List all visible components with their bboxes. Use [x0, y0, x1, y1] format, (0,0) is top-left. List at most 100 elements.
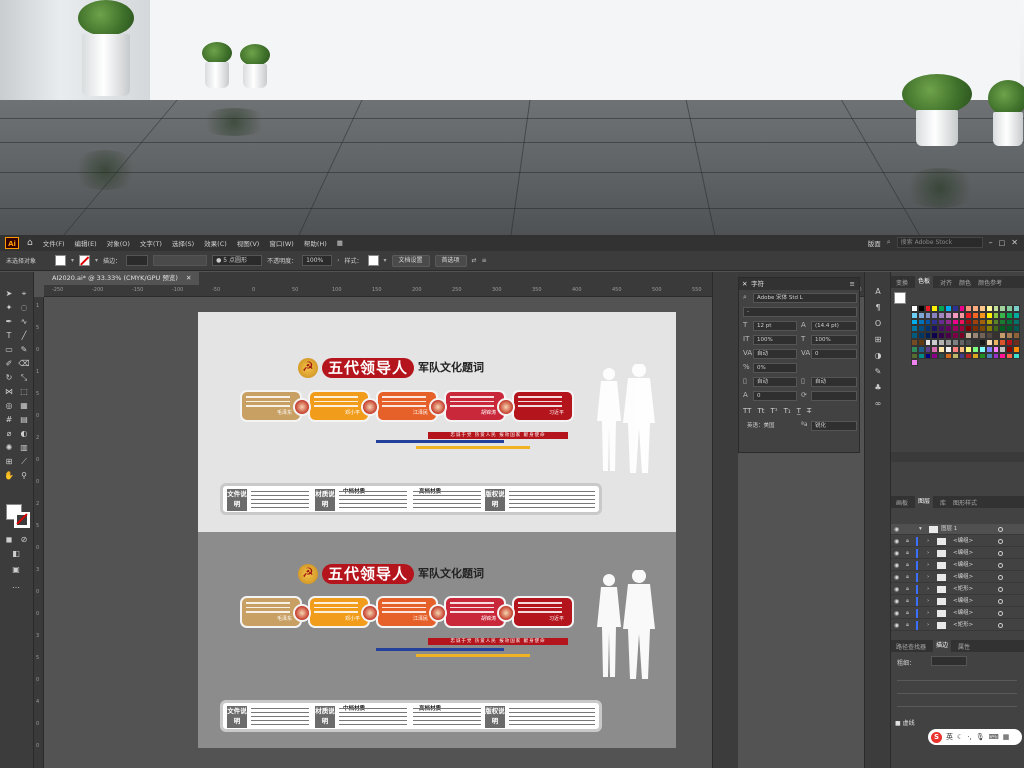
- draw-mode-icon[interactable]: ◧: [10, 548, 22, 560]
- layer-row[interactable]: ◉ 🔒︎ › <编组>: [891, 596, 1024, 607]
- color-swatch[interactable]: [931, 318, 939, 326]
- color-swatch[interactable]: [992, 325, 1000, 333]
- lasso-icon[interactable]: ◌: [18, 302, 30, 314]
- color-swatch[interactable]: [1006, 311, 1013, 319]
- tab-pathfinder[interactable]: 路径查找器: [896, 642, 926, 651]
- color-swatch[interactable]: [965, 305, 973, 312]
- color-swatch[interactable]: [985, 311, 993, 319]
- small-caps-icon[interactable]: Tt: [757, 407, 764, 415]
- more-tools-icon[interactable]: …: [10, 580, 22, 592]
- color-swatch[interactable]: [951, 311, 959, 319]
- color-swatch[interactable]: [931, 311, 939, 319]
- visibility-icon[interactable]: ◉: [894, 536, 899, 547]
- color-swatch[interactable]: [951, 352, 959, 360]
- color-swatch[interactable]: [958, 311, 966, 319]
- color-swatch[interactable]: [911, 345, 918, 353]
- color-swatch[interactable]: [924, 345, 932, 353]
- lock-icon[interactable]: 🔒︎: [906, 608, 909, 619]
- minimize-icon[interactable]: –: [989, 238, 993, 247]
- punctuation-icon[interactable]: ·,: [967, 733, 971, 741]
- visibility-icon[interactable]: ◉: [894, 596, 899, 607]
- chevron-right-icon[interactable]: ›: [927, 620, 929, 631]
- color-swatch[interactable]: [938, 352, 945, 360]
- aki-left-field[interactable]: 自动: [753, 377, 797, 387]
- lock-icon[interactable]: 🔒︎: [906, 572, 909, 583]
- menu-view[interactable]: 视图(V): [237, 238, 260, 248]
- close-icon[interactable]: ✕: [742, 278, 747, 290]
- panel-menu-icon[interactable]: ≡: [482, 257, 487, 264]
- color-swatch[interactable]: [951, 305, 959, 312]
- color-swatch[interactable]: [978, 338, 986, 346]
- color-swatch[interactable]: [931, 345, 939, 353]
- color-swatch[interactable]: [931, 352, 939, 360]
- color-mode-icon[interactable]: ◼: [3, 534, 15, 546]
- zoom-tool-icon[interactable]: ⚲: [18, 470, 30, 482]
- color-swatch[interactable]: [992, 311, 1000, 319]
- tracking-field[interactable]: 0: [811, 349, 857, 359]
- links-icon[interactable]: ∞: [872, 398, 884, 410]
- color-swatch[interactable]: [958, 325, 966, 333]
- color-swatch[interactable]: [999, 338, 1007, 346]
- tab-color[interactable]: 颜色: [959, 278, 971, 287]
- color-swatch[interactable]: [944, 352, 952, 360]
- color-swatch[interactable]: [938, 311, 945, 319]
- menu-window[interactable]: 窗口(W): [269, 238, 294, 248]
- tab-transform[interactable]: 变换: [896, 278, 908, 287]
- target-icon[interactable]: [998, 539, 1003, 544]
- graph-tool-icon[interactable]: ▥: [18, 442, 30, 454]
- color-swatch[interactable]: [992, 332, 1000, 339]
- document-tab[interactable]: AI2020.ai* @ 33.33% (CMYK/GPU 预览) ✕: [44, 272, 200, 285]
- type-tool-icon[interactable]: T: [3, 330, 15, 342]
- direct-selection-icon[interactable]: ⌖: [18, 288, 30, 300]
- layer-row[interactable]: ◉ 🔒︎ › <编组>: [891, 572, 1024, 583]
- color-swatch[interactable]: [1012, 332, 1020, 339]
- menu-object[interactable]: 对象(O): [107, 238, 130, 248]
- color-swatch[interactable]: [911, 338, 918, 346]
- color-swatch[interactable]: [972, 332, 979, 339]
- color-swatch[interactable]: [911, 359, 918, 367]
- color-swatch[interactable]: [978, 305, 986, 312]
- eyedropper-icon[interactable]: ⌀: [3, 428, 15, 440]
- color-swatch[interactable]: [944, 311, 952, 319]
- target-icon[interactable]: [998, 527, 1003, 532]
- underline-icon[interactable]: T̲: [797, 407, 801, 415]
- chevron-right-icon[interactable]: ›: [927, 596, 929, 607]
- color-swatch[interactable]: [1012, 345, 1020, 353]
- color-swatch[interactable]: [999, 332, 1007, 339]
- color-swatch[interactable]: [931, 325, 939, 333]
- curvature-icon[interactable]: ∿: [18, 316, 30, 328]
- color-swatch[interactable]: [944, 318, 952, 326]
- ime-mode[interactable]: 英: [946, 732, 953, 742]
- chevron-down-icon[interactable]: ▾: [95, 257, 98, 264]
- color-swatch[interactable]: [958, 318, 966, 326]
- menu-edit[interactable]: 编辑(E): [75, 238, 97, 248]
- color-swatch[interactable]: [985, 318, 993, 326]
- layer-row[interactable]: ◉ 🔒︎ › <编组>: [891, 608, 1024, 619]
- all-caps-icon[interactable]: TT: [743, 407, 751, 415]
- color-swatch[interactable]: [965, 352, 973, 360]
- color-swatch[interactable]: [924, 352, 932, 360]
- chevron-down-icon[interactable]: ▾: [919, 524, 922, 535]
- color-swatch[interactable]: [1012, 305, 1020, 312]
- tab-stroke[interactable]: 描边: [933, 640, 952, 652]
- color-swatch[interactable]: [911, 305, 918, 312]
- document-setup-button[interactable]: 文档设置: [391, 254, 430, 267]
- color-swatch[interactable]: [911, 325, 918, 333]
- color-swatch[interactable]: [911, 332, 918, 339]
- color-swatch[interactable]: [972, 325, 979, 333]
- properties-icon[interactable]: ⊞: [872, 334, 884, 346]
- preferences-button[interactable]: 首选项: [434, 254, 467, 267]
- close-icon[interactable]: ✕: [1011, 238, 1018, 247]
- tab-layers[interactable]: 图层: [915, 496, 934, 508]
- color-swatch[interactable]: [965, 332, 973, 339]
- chevron-right-icon[interactable]: ›: [927, 584, 929, 595]
- menu-effect[interactable]: 效果(C): [204, 238, 227, 248]
- color-swatch[interactable]: [978, 345, 986, 353]
- color-swatch[interactable]: [917, 345, 925, 353]
- color-guide-icon[interactable]: ◑: [872, 350, 884, 362]
- scale-tool-icon[interactable]: ⤡: [18, 372, 30, 384]
- lock-icon[interactable]: 🔒︎: [906, 548, 909, 559]
- tab-align[interactable]: 对齐: [940, 278, 952, 287]
- grid-icon[interactable]: ▦: [1003, 733, 1010, 741]
- color-swatch[interactable]: [931, 305, 939, 312]
